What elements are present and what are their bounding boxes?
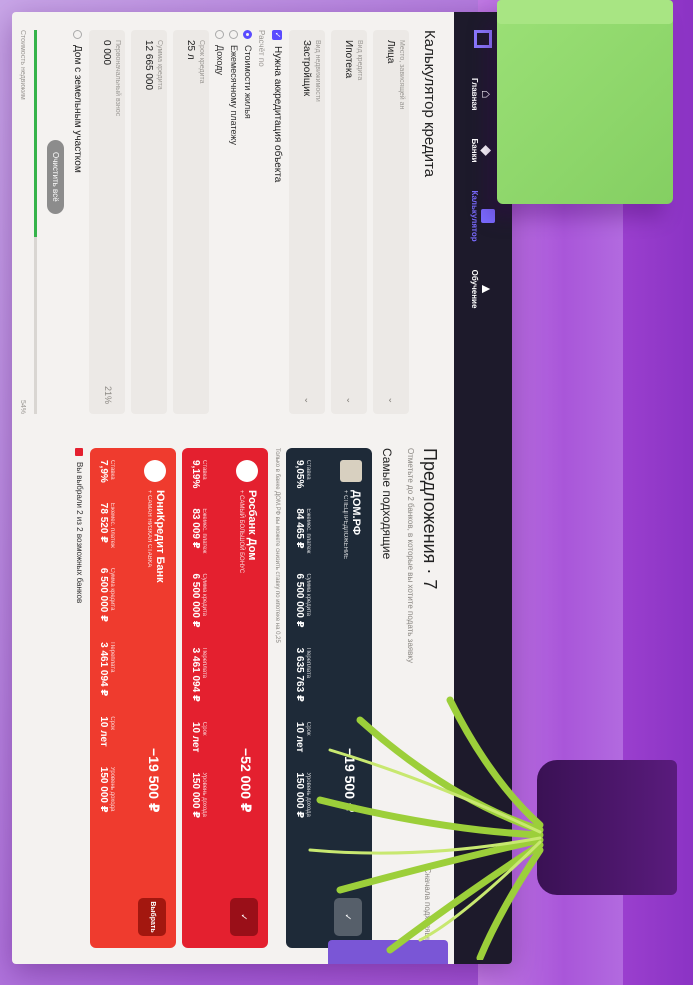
sidebar-item-label: Обучение: [470, 269, 480, 309]
graduation-cap-icon: ▲: [479, 282, 496, 296]
checkmark-icon: ✓: [272, 30, 283, 40]
slider-caption: Стоимость недвижим: [19, 30, 26, 100]
select-bank-button[interactable]: Выбрать: [138, 898, 166, 936]
borrower-select[interactable]: Место, зависящей ан Лица ⌄: [373, 30, 409, 414]
down-payment-input[interactable]: Первоначальный взнос 0 000 21%: [89, 30, 125, 414]
accreditation-checkbox[interactable]: ✓ Нужна аккредитация объекта: [272, 30, 283, 414]
calc-from-label: Расчёт по: [257, 30, 266, 67]
decorative-cube: [497, 6, 673, 204]
sidebar-item-home[interactable]: ⌂ Главная: [471, 78, 496, 111]
form-title: Калькулятор кредита: [421, 30, 438, 178]
sidebar-item-label: Банки: [470, 138, 480, 163]
radio-property-cost[interactable]: Стоимости жилья: [243, 30, 253, 414]
loan-amount-input[interactable]: Сумма кредита 12 665 000: [131, 30, 167, 414]
term-stepper[interactable]: Срок кредита 25 л: [173, 30, 209, 414]
land-checkbox[interactable]: Дом с земельным участком: [72, 30, 83, 414]
chevron-down-icon: ⌄: [303, 396, 313, 404]
bonus-amount: −52 000 ₽: [238, 748, 254, 813]
radio-monthly-payment[interactable]: Ежемесячному платежу: [229, 30, 239, 414]
offer-card-unicredit[interactable]: ЮниКредит Банк + САМАЯ НИЗКАЯ СТАВКА −19…: [90, 448, 176, 948]
sidebar-item-calculator[interactable]: Калькулятор: [471, 191, 496, 242]
slider-percent: 54%: [19, 399, 26, 414]
bank-icon: ◆: [479, 145, 496, 156]
sidebar-item-label: Главная: [470, 78, 480, 111]
calculator-icon: [481, 209, 496, 224]
plant-leaves: [308, 696, 544, 960]
sidebar-item-learning[interactable]: ▲ Обучение: [471, 270, 496, 309]
bonus-amount: −19 500 ₽: [146, 748, 162, 813]
loan-calculator-form: Калькулятор кредита Место, зависящей ан …: [12, 12, 454, 432]
radio-income[interactable]: Доходу: [215, 30, 225, 414]
decorative-cube-top: [497, 0, 673, 24]
bank-mini-icon: [75, 448, 84, 456]
chevron-down-icon: ⌄: [387, 396, 397, 404]
selection-summary: Вы выбрали 2 из 2 возможных банков: [75, 448, 84, 948]
rosbank-logo-icon: [236, 460, 258, 482]
select-bank-button[interactable]: ✓: [230, 898, 258, 936]
qr-icon: [340, 460, 362, 482]
property-type-select[interactable]: Вид недвижимости Застройщик ⌄: [289, 30, 325, 414]
unicredit-logo-icon: [144, 460, 166, 482]
clear-all-button[interactable]: Очистить всё: [47, 140, 64, 214]
home-icon: ⌂: [479, 90, 496, 99]
loan-type-select[interactable]: Вид кредита Ипотека ⌄: [331, 30, 367, 414]
sidebar-item-banks[interactable]: ◆ Банки: [471, 139, 496, 163]
offer-note: Только в банке ДОМ.РФ вы можете снизить …: [274, 448, 280, 643]
chevron-down-icon: ⌄: [345, 396, 355, 404]
property-cost-slider[interactable]: [34, 30, 37, 414]
logo-icon[interactable]: [474, 30, 492, 48]
sidebar-item-label: Калькулятор: [470, 190, 480, 242]
offer-card-rosbank[interactable]: Росбанк Дом + САМЫЙ БОЛЬШОЙ БОНУС −52 00…: [182, 448, 268, 948]
